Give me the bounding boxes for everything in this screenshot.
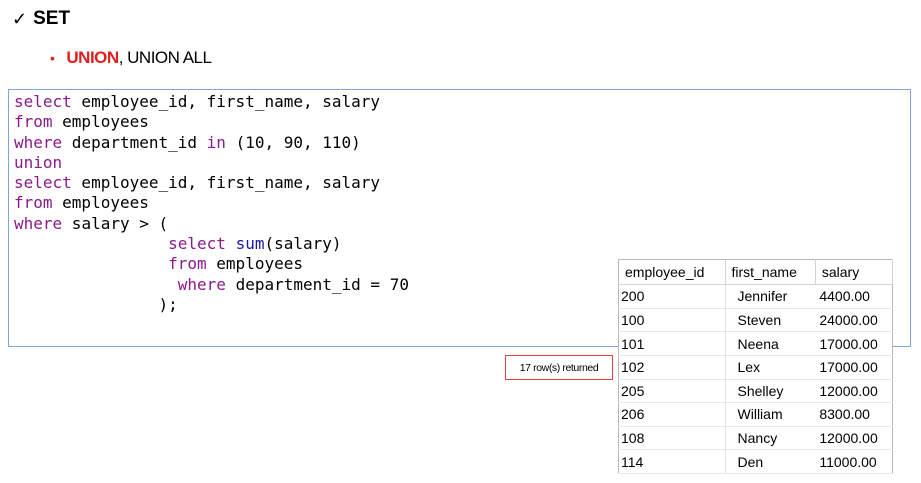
bullet-rest: , UNION ALL: [118, 48, 212, 67]
sql-text: employee_id, first_name, salary: [71, 173, 381, 193]
column-header[interactable]: first_name: [725, 259, 816, 285]
table-row[interactable]: 102 Lex 17000.00: [618, 355, 893, 379]
table-cell[interactable]: 205: [618, 379, 726, 403]
code-line: select employee_id, first_name, salary: [14, 92, 409, 112]
sql-keyword: where: [177, 274, 226, 294]
table-cell[interactable]: 100: [618, 308, 726, 332]
table-cell[interactable]: Jennifer: [725, 285, 815, 309]
bullet-item: • UNION , UNION ALL: [50, 48, 212, 68]
code-line: where department_id in (10, 90, 110): [14, 133, 409, 153]
sql-text: department_id = 70: [225, 274, 409, 294]
code-line: from employees: [14, 254, 409, 274]
sql-text: employees: [52, 112, 149, 132]
code-line: where salary > (: [14, 214, 409, 234]
sql-keyword: where: [14, 213, 63, 233]
code-line: select employee_id, first_name, salary: [14, 173, 409, 193]
bullet-highlight: UNION: [66, 48, 119, 67]
sql-keyword: in: [206, 132, 226, 152]
sql-keyword: from: [14, 112, 53, 132]
sql-keyword: select: [168, 234, 226, 254]
table-cell[interactable]: Lex: [725, 355, 815, 379]
rows-returned-badge: 17 row(s) returned: [505, 355, 613, 380]
column-header[interactable]: salary: [815, 259, 894, 285]
code-line: );: [14, 295, 409, 315]
sql-text: (10, 90, 110): [225, 132, 361, 152]
table-cell[interactable]: William: [725, 403, 815, 427]
check-icon: ✓: [12, 8, 28, 29]
table-cell[interactable]: 200: [618, 284, 726, 309]
header-row: employee_id first_name salary: [618, 259, 894, 285]
table-cell[interactable]: Neena: [725, 332, 815, 356]
code-line: select sum(salary): [14, 234, 409, 254]
heading-text: SET: [33, 8, 71, 29]
sql-text: employees: [206, 254, 303, 274]
table-cell[interactable]: 12000.00: [815, 426, 892, 450]
code-line: from employees: [14, 112, 409, 132]
table-cell[interactable]: 101: [618, 331, 726, 356]
table-cell[interactable]: 17000.00: [815, 332, 892, 356]
sql-keyword: where: [14, 132, 63, 152]
sql-text: );: [14, 294, 178, 314]
result-grid[interactable]: employee_id first_name salary 200 Jennife…: [618, 259, 894, 474]
sql-keyword: union: [14, 152, 63, 172]
table-cell[interactable]: 114: [618, 449, 726, 474]
sql-code[interactable]: select employee_id, first_name, salary fr…: [14, 92, 409, 315]
sql-text: (salary): [264, 234, 342, 254]
table-cell[interactable]: 102: [618, 355, 726, 379]
table-row[interactable]: 200 Jennifer 4400.00: [618, 284, 893, 309]
sql-keyword: select: [14, 92, 72, 111]
table-cell[interactable]: 206: [618, 402, 726, 427]
table-cell[interactable]: 8300.00: [815, 403, 892, 427]
sql-keyword: from: [14, 193, 53, 213]
code-line: union: [14, 153, 409, 173]
sql-keyword: select: [14, 173, 72, 193]
table-cell[interactable]: 12000.00: [815, 379, 892, 403]
table-cell[interactable]: Nancy: [725, 426, 815, 450]
table-cell[interactable]: 4400.00: [815, 285, 892, 309]
sql-text: department_id: [62, 132, 207, 152]
table-cell[interactable]: Den: [725, 450, 815, 474]
bullet-icon: •: [50, 50, 55, 66]
table-cell[interactable]: Steven: [725, 308, 815, 332]
table-cell[interactable]: 108: [618, 426, 726, 450]
slide-heading: ✓ SET: [12, 8, 70, 30]
table-cell[interactable]: 11000.00: [815, 450, 892, 474]
table-row[interactable]: 114 Den 11000.00: [618, 449, 893, 474]
table-cell[interactable]: 24000.00: [815, 308, 892, 332]
code-line: from employees: [14, 193, 409, 213]
sql-text: employees: [52, 193, 149, 213]
sql-text: employee_id, first_name, salary: [71, 92, 381, 111]
sql-text: salary > (: [62, 213, 169, 233]
column-header[interactable]: employee_id: [618, 259, 726, 285]
sql-function: sum: [235, 234, 265, 254]
table-row[interactable]: 100 Steven 24000.00: [618, 308, 893, 332]
table-row[interactable]: 205 Shelley 12000.00: [618, 379, 893, 403]
table-cell[interactable]: Shelley: [725, 379, 815, 403]
code-line: where department_id = 70: [14, 275, 409, 295]
table-cell[interactable]: 17000.00: [815, 355, 892, 379]
table-row[interactable]: 101 Neena 17000.00: [618, 331, 893, 356]
table-row[interactable]: 108 Nancy 12000.00: [618, 426, 893, 450]
table-row[interactable]: 206 William 8300.00: [618, 402, 893, 427]
sql-keyword: from: [168, 254, 207, 274]
